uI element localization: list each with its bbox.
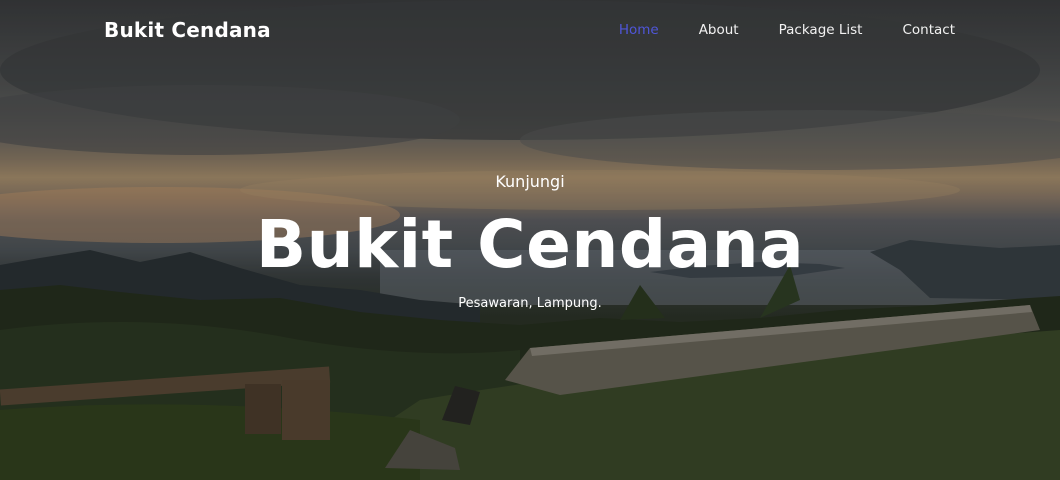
- nav-menu: Home About Package List Contact: [619, 22, 955, 38]
- nav-link-package-list[interactable]: Package List: [779, 22, 863, 38]
- navbar: Bukit Cendana Home About Package List Co…: [0, 0, 1060, 62]
- hero-title: Bukit Cendana: [255, 206, 805, 283]
- nav-link-contact[interactable]: Contact: [902, 22, 955, 38]
- nav-link-about[interactable]: About: [699, 22, 739, 38]
- hero-subtitle: Pesawaran, Lampung.: [458, 296, 602, 311]
- nav-link-home[interactable]: Home: [619, 22, 659, 38]
- hero-section: Bukit Cendana Home About Package List Co…: [0, 0, 1060, 480]
- hero-kicker: Kunjungi: [495, 172, 565, 191]
- brand-logo[interactable]: Bukit Cendana: [104, 18, 271, 42]
